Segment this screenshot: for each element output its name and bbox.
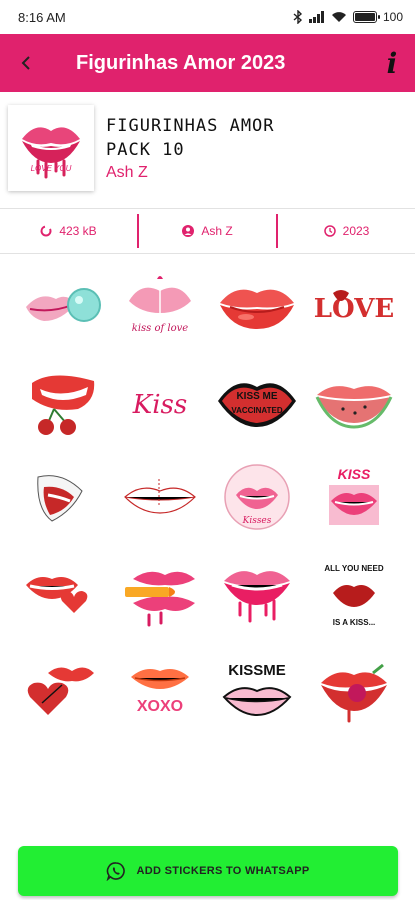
cherry-lips-sticker — [31, 375, 94, 435]
status-bar: 8:16 AM 100 — [0, 0, 415, 34]
sticker-item[interactable] — [111, 450, 208, 546]
sticker-item[interactable] — [208, 258, 305, 354]
kiss-text: Kiss — [131, 390, 186, 420]
sticker-item[interactable] — [14, 546, 111, 642]
red-lips-sticker — [219, 289, 294, 329]
sticker-item[interactable] — [14, 450, 111, 546]
sticker-item[interactable] — [305, 642, 402, 738]
kiss-stack-text: KISS — [337, 466, 370, 482]
watermelon-lips-sticker — [315, 386, 392, 429]
sticker-item[interactable] — [208, 546, 305, 642]
kiss-stack-sticker: KISS — [328, 466, 379, 525]
sticker-item[interactable] — [14, 642, 111, 738]
sticker-grid: kiss of love LOVE Kiss KISS ME VACCINATE… — [14, 258, 402, 738]
info-icon: i — [386, 46, 398, 80]
kiss-me-text: KISS ME — [236, 391, 277, 402]
sticker-item[interactable]: LOVE — [305, 258, 402, 354]
pack-info: Figurinhas Amor Pack 10 Ash Z — [106, 114, 286, 182]
is-a-kiss-text: IS A KISS... — [332, 618, 375, 627]
whatsapp-icon — [107, 862, 126, 881]
kiss-script-sticker: Kiss — [131, 390, 186, 420]
all-you-need-sticker: ALL YOU NEED IS A KISS... — [324, 564, 383, 627]
love-text-sticker: LOVE — [313, 290, 394, 324]
pack-year: 2023 — [278, 208, 415, 254]
back-button[interactable] — [0, 34, 52, 92]
back-arrow-icon — [21, 56, 30, 70]
status-icons: 100 — [293, 10, 403, 24]
sticker-item[interactable]: KISS — [305, 450, 402, 546]
sticker-item[interactable]: KISS ME VACCINATED — [208, 354, 305, 450]
add-to-whatsapp-button[interactable]: ADD STICKERS TO WHATSAPP — [18, 846, 398, 896]
battery-percent: 100 — [382, 10, 403, 24]
xoxo-text: XOXO — [136, 698, 182, 715]
page-title: Figurinhas Amor 2023 — [76, 51, 286, 74]
sticker-item[interactable]: ALL YOU NEED IS A KISS... — [305, 546, 402, 642]
sketch-lips-sticker — [36, 475, 83, 522]
sticker-item[interactable]: KISSME — [208, 642, 305, 738]
sticker-item[interactable] — [111, 546, 208, 642]
pack-author-value: Ash Z — [201, 224, 233, 238]
vaccinated-text: VACCINATED — [231, 406, 282, 415]
pack-author: Ash Z — [139, 208, 276, 254]
clock-icon — [323, 225, 336, 237]
size-icon — [40, 225, 52, 237]
battery-icon — [352, 11, 380, 23]
heart-lips-sticker — [27, 667, 94, 715]
kissme-text: KISSME — [228, 662, 286, 679]
outline-lips-sticker — [123, 479, 196, 514]
sticker-item[interactable]: kiss of love — [111, 258, 208, 354]
pack-size-value: 423 kB — [59, 224, 97, 238]
kissme-sticker: KISSME — [222, 662, 291, 717]
pack-publisher: Ash Z — [106, 164, 148, 181]
kisses-badge-sticker: Kisses — [223, 464, 290, 530]
bluetooth-icon — [293, 10, 302, 24]
kisses-text: Kisses — [241, 516, 271, 526]
sticker-item[interactable]: XOXO — [111, 642, 208, 738]
love-you-drip-sticker — [223, 571, 290, 623]
all-you-need-text: ALL YOU NEED — [324, 564, 383, 573]
wifi-icon — [331, 12, 346, 22]
lips-heart-sticker — [25, 577, 87, 613]
lips-bubblegum-sticker — [25, 288, 101, 322]
sticker-item[interactable]: Kiss — [111, 354, 208, 450]
sticker-item[interactable] — [14, 258, 111, 354]
pack-info-strip: 423 kB Ash Z 2023 — [0, 208, 415, 254]
sticker-item[interactable] — [305, 354, 402, 450]
signal-icon — [308, 11, 324, 23]
kiss-of-love-sticker: kiss of love — [128, 276, 191, 334]
sticker-item[interactable]: Kisses — [208, 450, 305, 546]
pack-year-value: 2023 — [342, 224, 370, 238]
pack-name: Figurinhas Amor Pack 10 — [106, 116, 275, 160]
tray-icon-image: LOVE YOU — [8, 105, 94, 191]
love-text: LOVE — [313, 294, 393, 324]
pack-size: 423 kB — [0, 208, 137, 254]
tray-love-you-text: LOVE YOU — [31, 164, 72, 173]
kiss-of-love-text: kiss of love — [131, 323, 187, 334]
kiss-me-vaccinated-sticker: KISS ME VACCINATED — [217, 383, 296, 427]
app-bar: Figurinhas Amor 2023 i — [0, 34, 415, 92]
lips-bullet-sticker — [124, 571, 195, 627]
pack-header: LOVE YOU Figurinhas Amor Pack 10 Ash Z — [0, 92, 415, 204]
person-icon — [182, 225, 195, 237]
xoxo-sticker: XOXO — [130, 669, 189, 715]
sticker-item[interactable] — [14, 354, 111, 450]
add-to-whatsapp-label: ADD STICKERS TO WHATSAPP — [136, 865, 310, 877]
status-time: 8:16 AM — [18, 9, 66, 25]
lips-candy-sticker — [320, 663, 387, 723]
info-button[interactable]: i — [369, 34, 415, 92]
lips-tray-icon: LOVE YOU — [22, 127, 80, 179]
